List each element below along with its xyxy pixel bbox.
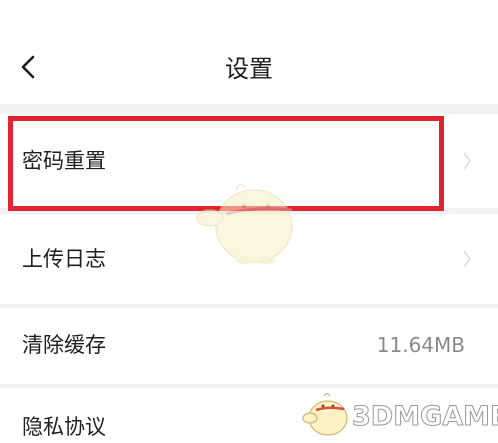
watermark-text: 3DMGAME (351, 401, 498, 433)
header-bar: 设置 (0, 0, 498, 104)
settings-item-label: 上传日志 (22, 247, 106, 271)
watermark: 3DMGAME (300, 392, 498, 438)
settings-item-label: 隐私协议 (22, 415, 106, 439)
settings-screen: 设置 密码重置 上传日志 清除缓存 11.64MB 隐私协议 3DMGAME (0, 0, 498, 443)
chevron-right-icon (463, 250, 471, 268)
settings-item-label: 清除缓存 (22, 333, 106, 357)
chevron-right-icon (463, 152, 471, 170)
cache-size-value: 11.64MB (376, 333, 465, 357)
mascot-watermark-icon (196, 183, 293, 264)
page-title: 设置 (225, 55, 273, 83)
settings-item-clear-cache[interactable]: 清除缓存 11.64MB (0, 308, 498, 384)
watermark-mascot-icon (302, 392, 348, 436)
